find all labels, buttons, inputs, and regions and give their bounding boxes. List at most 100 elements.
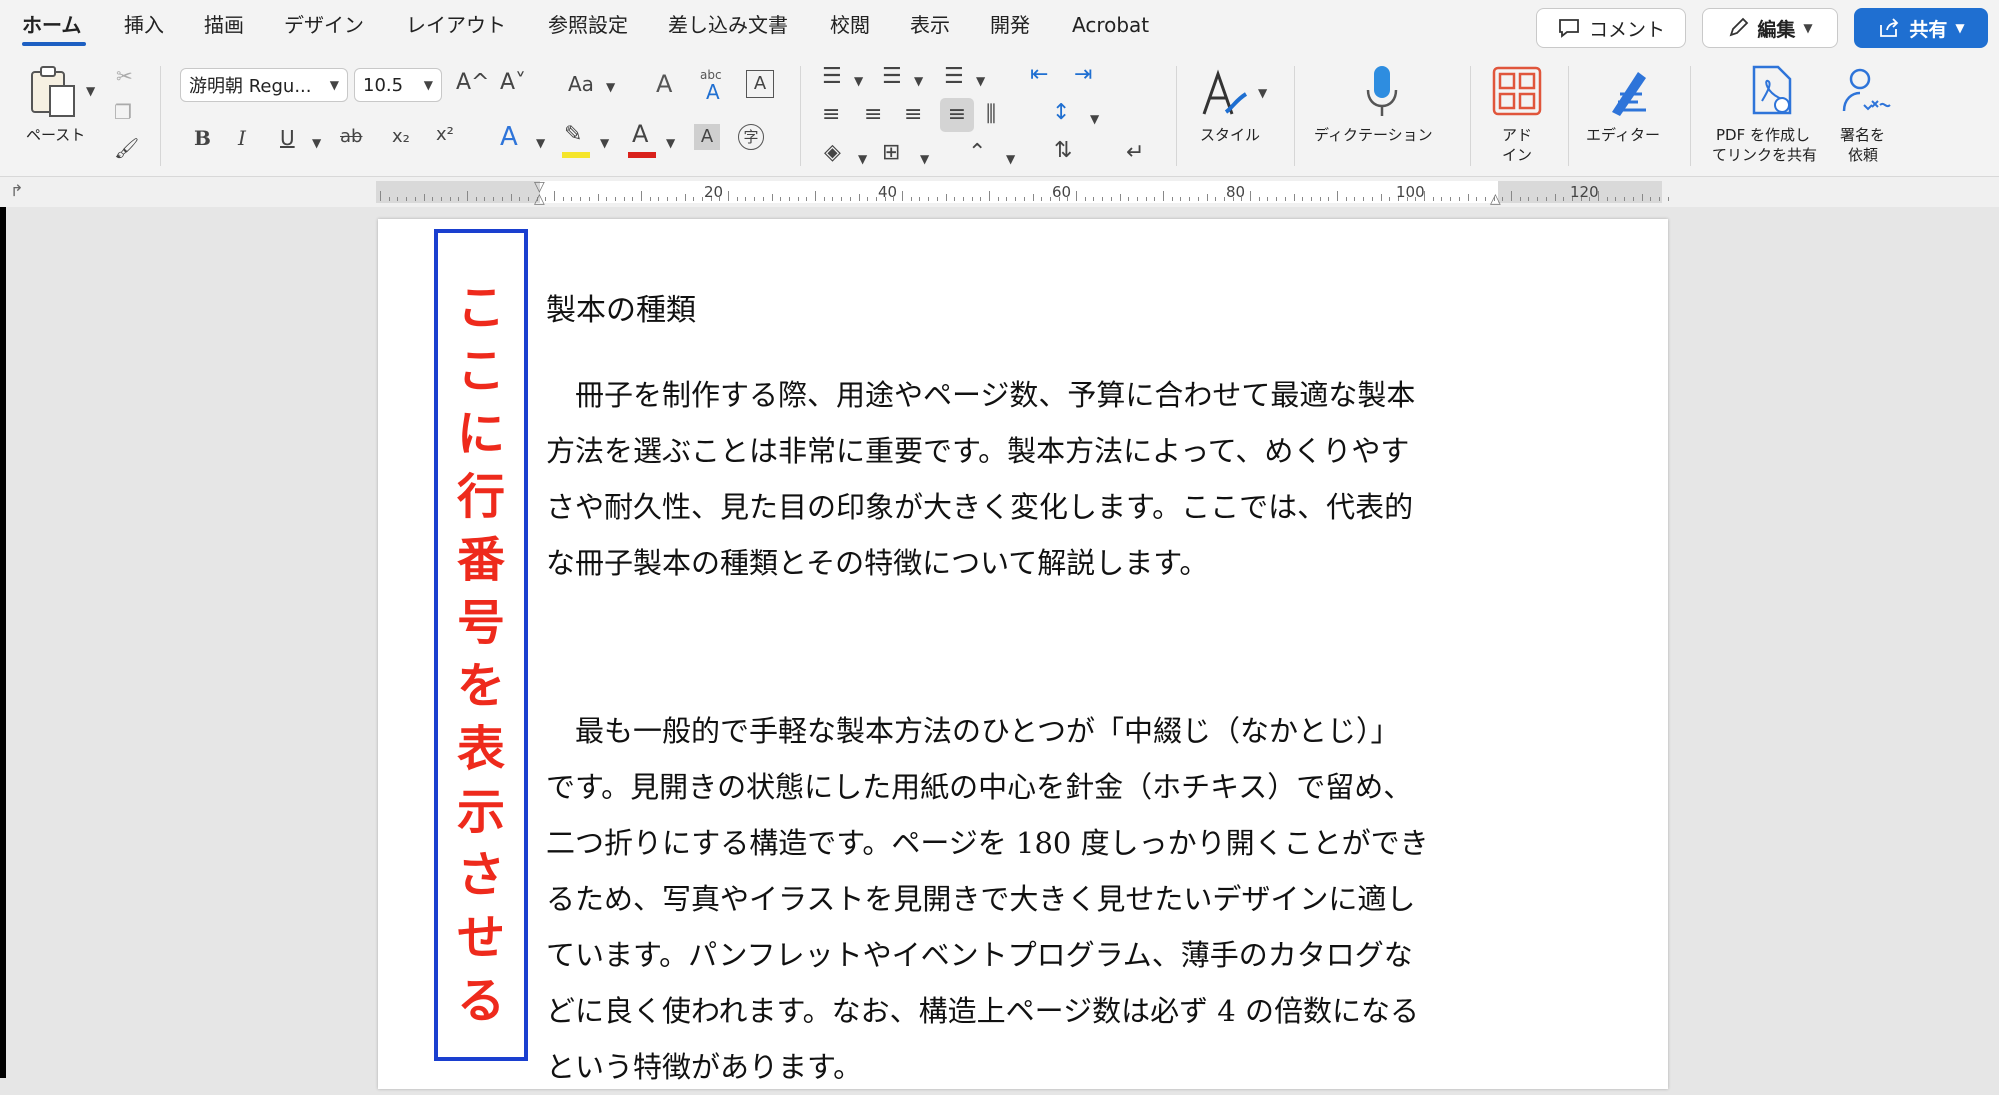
paste-options-chevron-icon[interactable]: ▼ [86, 84, 95, 98]
tab-design[interactable]: デザイン [284, 10, 364, 40]
align-right-icon[interactable]: ≡ [904, 102, 922, 127]
styles-button[interactable] [1196, 64, 1252, 124]
ruler-track[interactable]: 20 40 60 80 100 120 ▽ △ △ [376, 179, 1669, 207]
chevron-down-icon[interactable]: ▼ [976, 74, 985, 88]
editor-button[interactable] [1600, 62, 1660, 122]
tab-home[interactable]: ホーム [22, 10, 81, 40]
ruler-tick [1484, 197, 1486, 201]
subscript-icon[interactable]: x₂ [392, 126, 410, 147]
request-signature-button[interactable] [1838, 64, 1894, 118]
tab-insert[interactable]: 挿入 [124, 10, 164, 40]
enclose-characters-icon[interactable]: 字 [738, 124, 764, 150]
asian-layout-icon[interactable]: ⌃ [968, 140, 986, 165]
bullets-icon[interactable]: ☰ [822, 64, 842, 89]
underline-options-chevron-icon[interactable]: ▼ [312, 136, 321, 150]
tab-layout[interactable]: レイアウト [406, 10, 506, 40]
tab-acrobat[interactable]: Acrobat [1072, 10, 1149, 40]
line-spacing-icon[interactable]: ↕ [1052, 100, 1070, 125]
dictation-button[interactable] [1352, 62, 1412, 122]
distributed-icon[interactable]: ⫼ [986, 102, 996, 127]
chevron-down-icon[interactable]: ▼ [858, 152, 867, 166]
underline-icon[interactable]: U [280, 126, 295, 150]
shading-icon[interactable]: ◈ [824, 140, 841, 165]
copy-icon[interactable]: ❐ [114, 100, 132, 124]
borders-icon[interactable]: ⊞ [882, 140, 900, 165]
chevron-down-icon[interactable]: ▼ [914, 74, 923, 88]
grow-font-icon[interactable]: A^ [456, 70, 489, 95]
chevron-down-icon[interactable]: ▼ [1258, 86, 1267, 100]
document-heading[interactable]: 製本の種類 [546, 285, 696, 329]
change-case-icon[interactable]: Aa [568, 72, 594, 96]
clear-formatting-icon[interactable]: A [656, 70, 672, 98]
sort-icon[interactable]: ⇅ [1054, 138, 1072, 163]
ruler-tick [1171, 197, 1173, 201]
chevron-down-icon[interactable]: ▼ [536, 136, 545, 150]
editor-pen-icon [1612, 72, 1646, 116]
ruler-label: 60 [1052, 183, 1072, 201]
text-effects-icon[interactable]: A [500, 122, 518, 152]
edit-mode-button[interactable]: 編集 ▼ [1702, 8, 1838, 48]
bold-icon[interactable]: B [194, 126, 211, 150]
chevron-down-icon[interactable]: ▼ [600, 136, 609, 150]
decrease-indent-icon[interactable]: ⇤ [1030, 62, 1048, 87]
font-color-icon[interactable]: A [632, 120, 648, 148]
strikethrough-icon[interactable]: ab [340, 126, 362, 147]
ruler-tick [1545, 197, 1547, 201]
superscript-icon[interactable]: x² [436, 124, 454, 145]
right-indent-marker[interactable]: △ [1490, 191, 1501, 207]
tab-view[interactable]: 表示 [910, 10, 950, 40]
ruler-tick [1389, 197, 1391, 201]
tab-mailings[interactable]: 差し込み文書 [668, 10, 788, 40]
align-center-icon[interactable]: ≡ [864, 102, 882, 127]
chevron-down-icon[interactable]: ▼ [606, 80, 615, 94]
multilevel-list-icon[interactable]: ☰ [944, 64, 964, 89]
share-button[interactable]: 共有 ▼ [1854, 8, 1988, 48]
ruler-tick [562, 197, 564, 201]
ruler-tick [1450, 197, 1452, 201]
ruler-tick [849, 197, 851, 201]
increase-indent-icon[interactable]: ⇥ [1074, 62, 1092, 87]
chevron-down-icon[interactable]: ▼ [1090, 112, 1099, 126]
tab-developer[interactable]: 開発 [990, 10, 1030, 40]
cut-icon[interactable]: ✂ [116, 64, 133, 88]
annotation-char: せ [456, 910, 505, 966]
paste-button[interactable] [26, 64, 82, 120]
highlight-icon[interactable]: ✎ [564, 122, 582, 147]
text-line: な冊子製本の種類とその特徴について解説します。 [546, 546, 1209, 580]
paragraph-2[interactable]: 最も一般的で手軽な製本方法のひとつが「中綴じ（なかとじ）」 です。見開きの状態に… [546, 703, 1506, 1095]
horizontal-ruler[interactable]: ↱ 20 40 60 80 100 120 ▽ △ △ [0, 176, 1999, 208]
character-border-icon[interactable]: A [746, 70, 774, 98]
justify-icon[interactable]: ≡ [940, 98, 974, 132]
character-shading-icon[interactable]: A [694, 124, 720, 150]
document-canvas[interactable]: こ こ に 行 番 号 を 表 示 さ せ る 製本の種類 冊子を制作する際、用… [0, 207, 1999, 1089]
chevron-down-icon[interactable]: ▼ [920, 152, 929, 166]
align-left-icon[interactable]: ≡ [822, 102, 840, 127]
font-name-dropdown[interactable]: 游明朝 Regu... ▼ [180, 68, 348, 102]
tab-references[interactable]: 参照設定 [548, 10, 628, 40]
format-painter-icon[interactable]: 🖌 [114, 136, 139, 160]
document-page[interactable]: こ こ に 行 番 号 を 表 示 さ せ る 製本の種類 冊子を制作する際、用… [378, 219, 1668, 1089]
ruler-tick [1319, 197, 1321, 201]
comment-button[interactable]: コメント [1536, 8, 1686, 48]
chevron-down-icon[interactable]: ▼ [854, 74, 863, 88]
chevron-down-icon[interactable]: ▼ [1006, 152, 1015, 166]
numbering-icon[interactable]: ☰ [882, 64, 902, 89]
shrink-font-icon[interactable]: A˅ [500, 70, 526, 95]
add-ins-button[interactable] [1490, 64, 1544, 118]
ruler-tick [597, 194, 599, 201]
ruler-tick [1223, 197, 1225, 201]
annotation-char: こ [456, 280, 505, 336]
show-formatting-icon[interactable]: ↵ [1126, 140, 1144, 165]
ruler-tick [910, 197, 912, 201]
create-pdf-share-button[interactable] [1746, 64, 1798, 118]
chevron-down-icon[interactable]: ▼ [666, 136, 675, 150]
italic-icon[interactable]: I [238, 126, 246, 150]
font-size-dropdown[interactable]: 10.5 ▼ [354, 68, 442, 102]
ruler-tick [1345, 197, 1347, 201]
tab-draw[interactable]: 描画 [204, 10, 244, 40]
left-indent-marker[interactable]: △ [534, 191, 545, 207]
tab-review[interactable]: 校閲 [830, 10, 870, 40]
tab-selector-icon[interactable]: ↱ [10, 181, 23, 200]
annotation-char: 表 [456, 721, 505, 777]
paragraph-1[interactable]: 冊子を制作する際、用途やページ数、予算に合わせて最適な製本 方法を選ぶことは非常… [546, 367, 1506, 591]
